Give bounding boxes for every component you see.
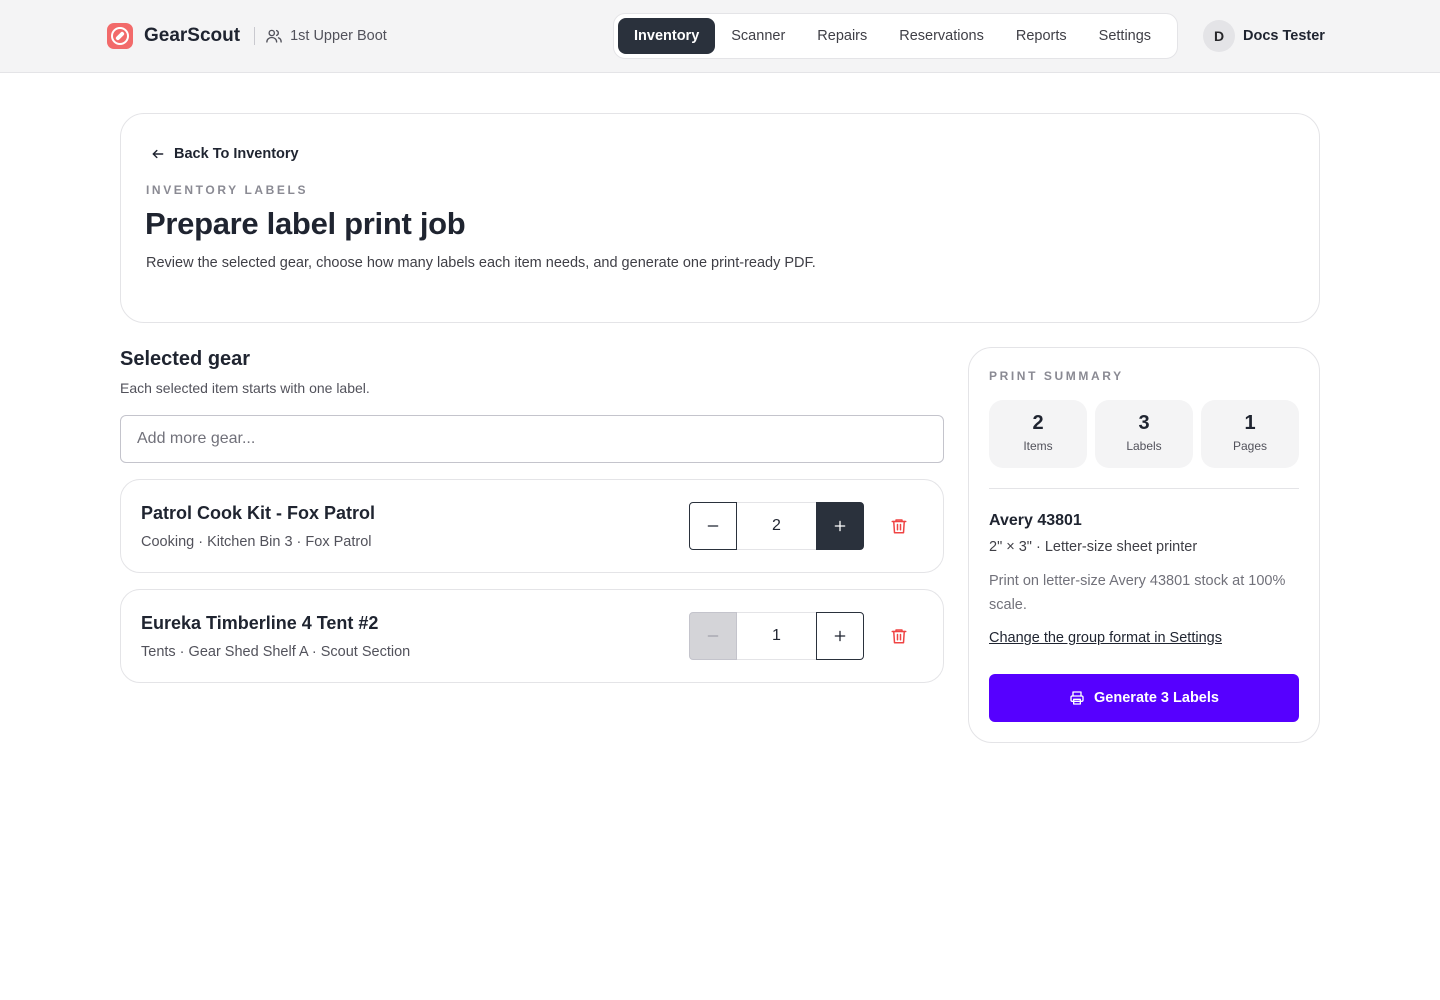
page-eyebrow: INVENTORY LABELS	[146, 183, 309, 197]
page-title: Prepare label print job	[145, 206, 466, 241]
top-bar: GearScout 1st Upper Boot Inventory Scann…	[0, 0, 1440, 73]
back-to-inventory-link[interactable]: Back To Inventory	[151, 146, 299, 162]
generate-labels-button[interactable]: Generate 3 Labels	[989, 674, 1299, 722]
users-icon	[266, 29, 282, 43]
minus-icon	[707, 525, 719, 527]
gear-item-name: Patrol Cook Kit - Fox Patrol	[141, 503, 376, 523]
brand-name: GearScout	[144, 25, 241, 46]
label-format-name: Avery 43801	[989, 512, 1082, 529]
back-link-label: Back To Inventory	[174, 146, 299, 162]
summary-eyebrow: PRINT SUMMARY	[989, 369, 1124, 383]
quantity-value[interactable]: 1	[737, 612, 816, 660]
stat-pages: 1 Pages	[1201, 400, 1299, 468]
brand-divider	[254, 27, 256, 45]
nav-settings[interactable]: Settings	[1083, 18, 1167, 54]
page-description: Review the selected gear, choose how man…	[146, 255, 816, 271]
stat-value: 3	[1138, 412, 1150, 434]
print-summary-card: PRINT SUMMARY 2 Items 3 Labels 1 Pages A…	[968, 347, 1320, 743]
user-menu[interactable]: D Docs Tester	[1203, 20, 1325, 52]
stat-labels: 3 Labels	[1095, 400, 1193, 468]
stat-label: Pages	[1232, 439, 1268, 453]
add-gear-input[interactable]	[120, 415, 944, 463]
page-header-card: Back To Inventory INVENTORY LABELS Prepa…	[120, 113, 1320, 323]
minus-icon	[707, 635, 719, 637]
avatar: D	[1203, 20, 1235, 52]
label-format-note: Print on letter-size Avery 43801 stock a…	[989, 573, 1286, 613]
stat-value: 1	[1244, 412, 1256, 434]
trash-icon[interactable]	[890, 627, 908, 645]
selected-gear-title: Selected gear	[120, 348, 251, 370]
arrow-left-icon	[152, 149, 164, 159]
gear-item-card: Patrol Cook Kit - Fox Patrol Cooking · K…	[120, 479, 944, 573]
gear-item-meta: Cooking · Kitchen Bin 3 · Fox Patrol	[141, 534, 372, 550]
main-nav: Inventory Scanner Repairs Reservations R…	[613, 13, 1178, 59]
stat-value: 2	[1032, 412, 1044, 434]
gear-item-meta: Tents · Gear Shed Shelf A · Scout Sectio…	[141, 644, 411, 660]
selected-gear-subtitle: Each selected item starts with one label…	[120, 380, 370, 396]
quantity-value[interactable]: 2	[737, 502, 816, 550]
plus-icon	[834, 630, 846, 642]
compass-icon	[107, 23, 133, 49]
nav-reservations[interactable]: Reservations	[883, 18, 1000, 54]
nav-inventory[interactable]: Inventory	[618, 18, 716, 54]
decrease-quantity-button[interactable]	[689, 612, 737, 660]
trash-icon[interactable]	[890, 517, 908, 535]
plus-icon	[834, 520, 846, 532]
printer-icon	[1070, 691, 1084, 705]
change-format-settings-link[interactable]: Change the group format in Settings	[989, 630, 1222, 646]
label-format-spec: 2" × 3" · Letter-size sheet printer	[989, 539, 1198, 555]
nav-reports[interactable]: Reports	[1000, 18, 1083, 54]
summary-divider	[989, 488, 1299, 489]
increase-quantity-button[interactable]	[816, 612, 864, 660]
generate-button-label: Generate 3 Labels	[1094, 690, 1219, 706]
quantity-stepper: 2	[689, 502, 864, 550]
decrease-quantity-button[interactable]	[689, 502, 737, 550]
gear-item-name: Eureka Timberline 4 Tent #2	[141, 613, 379, 633]
increase-quantity-button[interactable]	[816, 502, 864, 550]
nav-repairs[interactable]: Repairs	[801, 18, 883, 54]
nav-scanner[interactable]: Scanner	[715, 18, 801, 54]
brand[interactable]: GearScout 1st Upper Boot	[107, 23, 387, 49]
user-name: Docs Tester	[1243, 28, 1325, 44]
group-name: 1st Upper Boot	[290, 28, 387, 44]
stat-items: 2 Items	[989, 400, 1087, 468]
gear-item-card: Eureka Timberline 4 Tent #2 Tents · Gear…	[120, 589, 944, 683]
quantity-stepper: 1	[689, 612, 864, 660]
stat-label: Labels	[1126, 439, 1162, 453]
stat-label: Items	[1023, 439, 1053, 453]
